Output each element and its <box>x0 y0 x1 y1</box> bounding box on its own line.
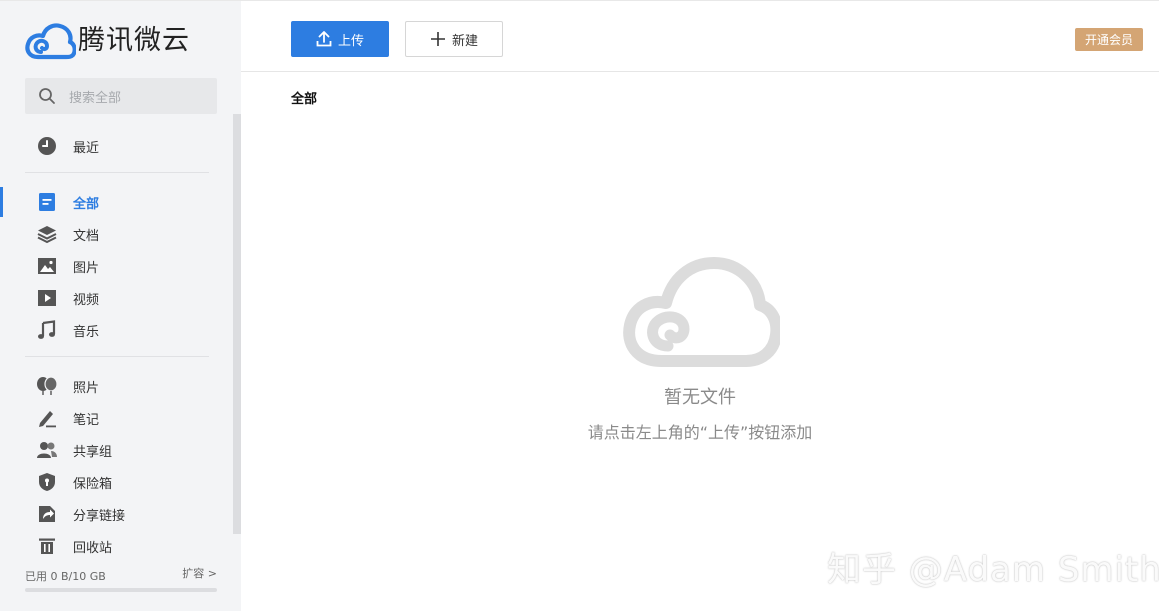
sidebar-item-label: 照片 <box>73 380 100 396</box>
upload-button-label: 上传 <box>337 33 364 49</box>
empty-cloud-icon <box>623 257 780 367</box>
balloons-icon <box>36 375 58 397</box>
app-window: 腾讯微云 搜索全部 最近 全部 文档 图片 视频 音乐 照片 笔记 共享组 保险… <box>0 0 1159 611</box>
search-placeholder: 搜索全部 <box>69 90 122 106</box>
logo[interactable]: 腾讯微云 <box>24 19 190 63</box>
sidebar-item-label: 回收站 <box>73 540 113 556</box>
new-button-label: 新建 <box>451 33 478 49</box>
expand-storage-link[interactable]: 扩容 > <box>182 565 217 581</box>
plus-icon <box>430 32 445 46</box>
sidebar-item-videos[interactable]: 视频 <box>0 283 230 313</box>
empty-title: 暂无文件 <box>664 387 736 408</box>
toolbar: 上传 新建 开通会员 <box>241 1 1159 72</box>
sidebar-item-recent[interactable]: 最近 <box>0 131 230 161</box>
vip-button[interactable]: 开通会员 <box>1075 28 1143 51</box>
new-button[interactable]: 新建 <box>405 21 503 57</box>
sidebar-item-label: 共享组 <box>73 444 113 460</box>
sidebar-divider <box>25 356 209 357</box>
sidebar-item-label: 笔记 <box>73 412 100 428</box>
breadcrumb[interactable]: 全部 <box>291 88 317 107</box>
sidebar-item-label: 保险箱 <box>73 476 113 492</box>
sidebar-item-share-links[interactable]: 分享链接 <box>0 499 230 529</box>
layers-icon <box>36 223 58 245</box>
sidebar-divider <box>25 172 209 173</box>
sidebar-item-label: 文档 <box>73 228 100 244</box>
music-icon <box>36 319 58 341</box>
sidebar-item-label: 音乐 <box>73 324 100 340</box>
sidebar-item-label: 全部 <box>73 196 100 212</box>
sidebar: 腾讯微云 搜索全部 最近 全部 文档 图片 视频 音乐 照片 笔记 共享组 保险… <box>0 1 241 611</box>
sidebar-item-label: 视频 <box>73 292 100 308</box>
sidebar-item-all[interactable]: 全部 <box>0 187 230 217</box>
sidebar-item-share-group[interactable]: 共享组 <box>0 435 230 465</box>
image-icon <box>36 255 58 277</box>
sidebar-item-vault[interactable]: 保险箱 <box>0 467 230 497</box>
sidebar-item-label: 图片 <box>73 260 100 276</box>
main-content: 上传 新建 开通会员 全部 暂无文件 请点击左上角的“上传”按钮添加 <box>241 1 1159 611</box>
sidebar-item-notes[interactable]: 笔记 <box>0 403 230 433</box>
sidebar-scrollbar[interactable] <box>233 114 241 534</box>
trash-icon <box>36 535 58 557</box>
document-icon <box>36 191 58 213</box>
sidebar-item-music[interactable]: 音乐 <box>0 315 230 345</box>
sidebar-item-label: 分享链接 <box>73 508 126 524</box>
upload-button[interactable]: 上传 <box>291 21 389 57</box>
empty-state: 暂无文件 请点击左上角的“上传”按钮添加 <box>241 251 1159 443</box>
storage-info: 已用 0 B/10 GB 扩容 > <box>25 565 217 592</box>
logo-text: 腾讯微云 <box>78 25 190 56</box>
cloud-logo-icon <box>25 23 76 60</box>
watermark: 知乎 @Adam Smith <box>827 550 1159 590</box>
share-icon <box>36 503 58 525</box>
play-icon <box>36 287 58 309</box>
empty-subtitle: 请点击左上角的“上传”按钮添加 <box>587 423 813 442</box>
search-icon <box>37 86 57 106</box>
active-indicator <box>0 187 3 217</box>
pen-icon <box>36 407 58 429</box>
sidebar-item-images[interactable]: 图片 <box>0 251 230 281</box>
shield-icon <box>36 471 58 493</box>
search-input[interactable]: 搜索全部 <box>25 78 217 114</box>
storage-bar <box>25 588 217 592</box>
clock-icon <box>36 135 58 157</box>
sidebar-item-photos[interactable]: 照片 <box>0 371 230 401</box>
sidebar-item-label: 最近 <box>73 140 100 156</box>
users-icon <box>36 439 58 461</box>
sidebar-item-docs[interactable]: 文档 <box>0 219 230 249</box>
storage-used: 已用 0 B/10 GB <box>25 570 106 583</box>
sidebar-item-recycle-bin[interactable]: 回收站 <box>0 531 230 561</box>
upload-icon <box>316 31 332 47</box>
